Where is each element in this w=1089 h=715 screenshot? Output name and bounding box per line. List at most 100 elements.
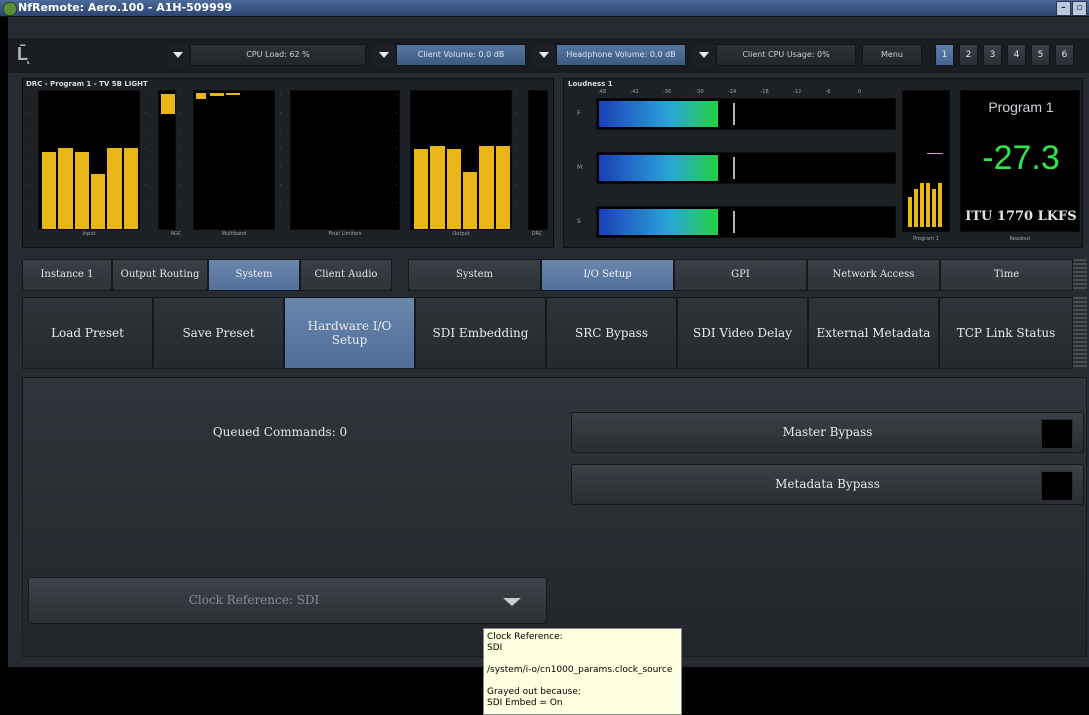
- chevron-down-icon: [503, 598, 521, 606]
- tab-output-routing[interactable]: Output Routing: [112, 259, 208, 291]
- scale-tick: ·: [280, 182, 282, 188]
- tile-sdi-embedding[interactable]: SDI Embedding: [415, 297, 546, 369]
- tile-load-preset[interactable]: Load Preset: [22, 297, 153, 369]
- program-meter: [902, 90, 950, 232]
- scale-tick: ·: [26, 110, 28, 116]
- tile-sdi-video-delay[interactable]: SDI Video Delay: [677, 297, 808, 369]
- page-button-3[interactable]: 3: [983, 44, 1002, 66]
- tooltip-line-5: SDI Embed = On: [487, 698, 563, 708]
- minimize-icon[interactable]: –: [1056, 1, 1071, 16]
- scale-tick: ·: [180, 182, 182, 188]
- readout-label: Readout: [1009, 236, 1031, 242]
- window-title: NfRemote: Aero.100 - A1H-509999: [18, 1, 233, 14]
- cpu-load-dropdown-icon[interactable]: [168, 44, 188, 66]
- master-bypass-label: Master Bypass: [782, 425, 873, 439]
- tab-time[interactable]: Time: [940, 259, 1073, 291]
- page-button-5[interactable]: 5: [1031, 44, 1050, 66]
- tile-scroll-handle[interactable]: [1073, 297, 1087, 369]
- agc-meter-label: AGC: [170, 231, 182, 237]
- metadata-bypass-label: Metadata Bypass: [775, 477, 880, 491]
- headphone-volume-dropdown-icon[interactable]: [534, 44, 554, 66]
- master-bypass-indicator: [1041, 419, 1073, 449]
- client-volume-dropdown-icon[interactable]: [374, 44, 394, 66]
- scale-tick: ·: [180, 110, 182, 116]
- loudness-row-marker: [733, 103, 735, 125]
- loudness-row-fill: [599, 155, 719, 181]
- scale-tick: ·: [280, 128, 282, 134]
- clock-reference-dropdown[interactable]: Clock Reference: SDI: [28, 577, 547, 624]
- loudness-scale-tick: -48: [598, 89, 607, 95]
- loudness-scale-tick: -12: [793, 89, 802, 95]
- loudness-row-marker: [733, 157, 735, 179]
- multiband-meter-label: Multiband: [221, 231, 247, 237]
- scale-tick: ·: [515, 110, 517, 116]
- headphone-volume-field[interactable]: Headphone Volume: 0.0 dB: [556, 44, 686, 66]
- output-meter-label: Output: [452, 231, 470, 237]
- loudness-scale-tick: -36: [663, 89, 672, 95]
- tile-tcp-link-status[interactable]: TCP Link Status: [939, 297, 1073, 369]
- tile-hardware-io-setup[interactable]: Hardware I/O Setup: [284, 297, 415, 369]
- scale-tick: ·: [180, 146, 182, 152]
- scale-tick: ·: [145, 146, 147, 152]
- tab-system-left[interactable]: System: [208, 259, 300, 291]
- scale-tick: ·: [180, 128, 182, 134]
- input-bar-1: [42, 151, 57, 229]
- metadata-bypass-button[interactable]: Metadata Bypass: [571, 464, 1084, 505]
- restore-icon[interactable]: ▫: [1072, 1, 1087, 16]
- scale-tick: ·: [396, 164, 398, 170]
- tab-network-access[interactable]: Network Access: [807, 259, 940, 291]
- tab-scroll-handle[interactable]: [1073, 259, 1087, 291]
- scale-tick: ·: [145, 200, 147, 206]
- menu-button[interactable]: Menu: [862, 44, 922, 66]
- app-logo: L̄ͅ: [17, 44, 28, 64]
- loudness-scale-tick: -30: [695, 89, 704, 95]
- scale-tick: ·: [396, 128, 398, 134]
- tab-client-audio[interactable]: Client Audio: [300, 259, 392, 291]
- output-bar-5: [479, 146, 494, 229]
- tooltip-line-4: Grayed out because:: [487, 687, 581, 697]
- scale-tick: ·: [396, 92, 398, 98]
- client-cpu-field: Client CPU Usage: 0%: [716, 44, 856, 66]
- loudness-panel-title: Loudness 1: [568, 80, 613, 88]
- scale-tick: ·: [26, 182, 28, 188]
- loudness-row-meter: [596, 152, 896, 184]
- tile-save-preset[interactable]: Save Preset: [153, 297, 284, 369]
- scale-tick: ·: [515, 200, 517, 206]
- page-button-4[interactable]: 4: [1007, 44, 1026, 66]
- tooltip-line-1: Clock Reference:: [487, 632, 563, 642]
- output-bar-2: [430, 146, 445, 229]
- tab-system-right[interactable]: System: [408, 259, 541, 291]
- scale-tick: ·: [180, 164, 182, 170]
- scale-tick: ·: [280, 146, 282, 152]
- page-button-1[interactable]: 1: [935, 44, 954, 66]
- scale-tick: ·: [145, 110, 147, 116]
- client-cpu-dropdown-icon[interactable]: [694, 44, 714, 66]
- page-button-6[interactable]: 6: [1055, 44, 1074, 66]
- input-bar-2: [58, 147, 73, 229]
- input-meter-label: Input: [82, 231, 96, 237]
- multiband-meter: [193, 90, 275, 230]
- metadata-bypass-indicator: [1041, 471, 1073, 501]
- tab-gpi[interactable]: GPI: [674, 259, 807, 291]
- page-button-2[interactable]: 2: [959, 44, 978, 66]
- loudness-row-label: S: [577, 218, 581, 225]
- scale-tick: ·: [26, 146, 28, 152]
- scale-tick: ·: [515, 92, 517, 98]
- input-bar-3: [74, 151, 89, 229]
- window-title-bar[interactable]: NfRemote: Aero.100 - A1H-509999 – ▫: [0, 0, 1089, 17]
- client-volume-field[interactable]: Client Volume: 0.0 dB: [396, 44, 526, 66]
- scale-tick: ·: [180, 92, 182, 98]
- tile-src-bypass[interactable]: SRC Bypass: [546, 297, 677, 369]
- readout-value: -27.3: [982, 139, 1060, 177]
- drc-panel-title: DRC - Program 1 - TV 5B LIGHT: [26, 80, 148, 88]
- tile-external-metadata[interactable]: External Metadata: [808, 297, 939, 369]
- drc-meter: [528, 90, 548, 230]
- loudness-scale-tick: -6: [825, 89, 831, 95]
- scale-tick: ·: [396, 182, 398, 188]
- tab-instance-1[interactable]: Instance 1: [22, 259, 112, 291]
- tab-io-setup[interactable]: I/O Setup: [541, 259, 674, 291]
- output-bar-4: [463, 172, 478, 229]
- master-bypass-button[interactable]: Master Bypass: [571, 412, 1084, 453]
- scale-tick: ·: [280, 110, 282, 116]
- multiband-bar-2: [210, 93, 224, 96]
